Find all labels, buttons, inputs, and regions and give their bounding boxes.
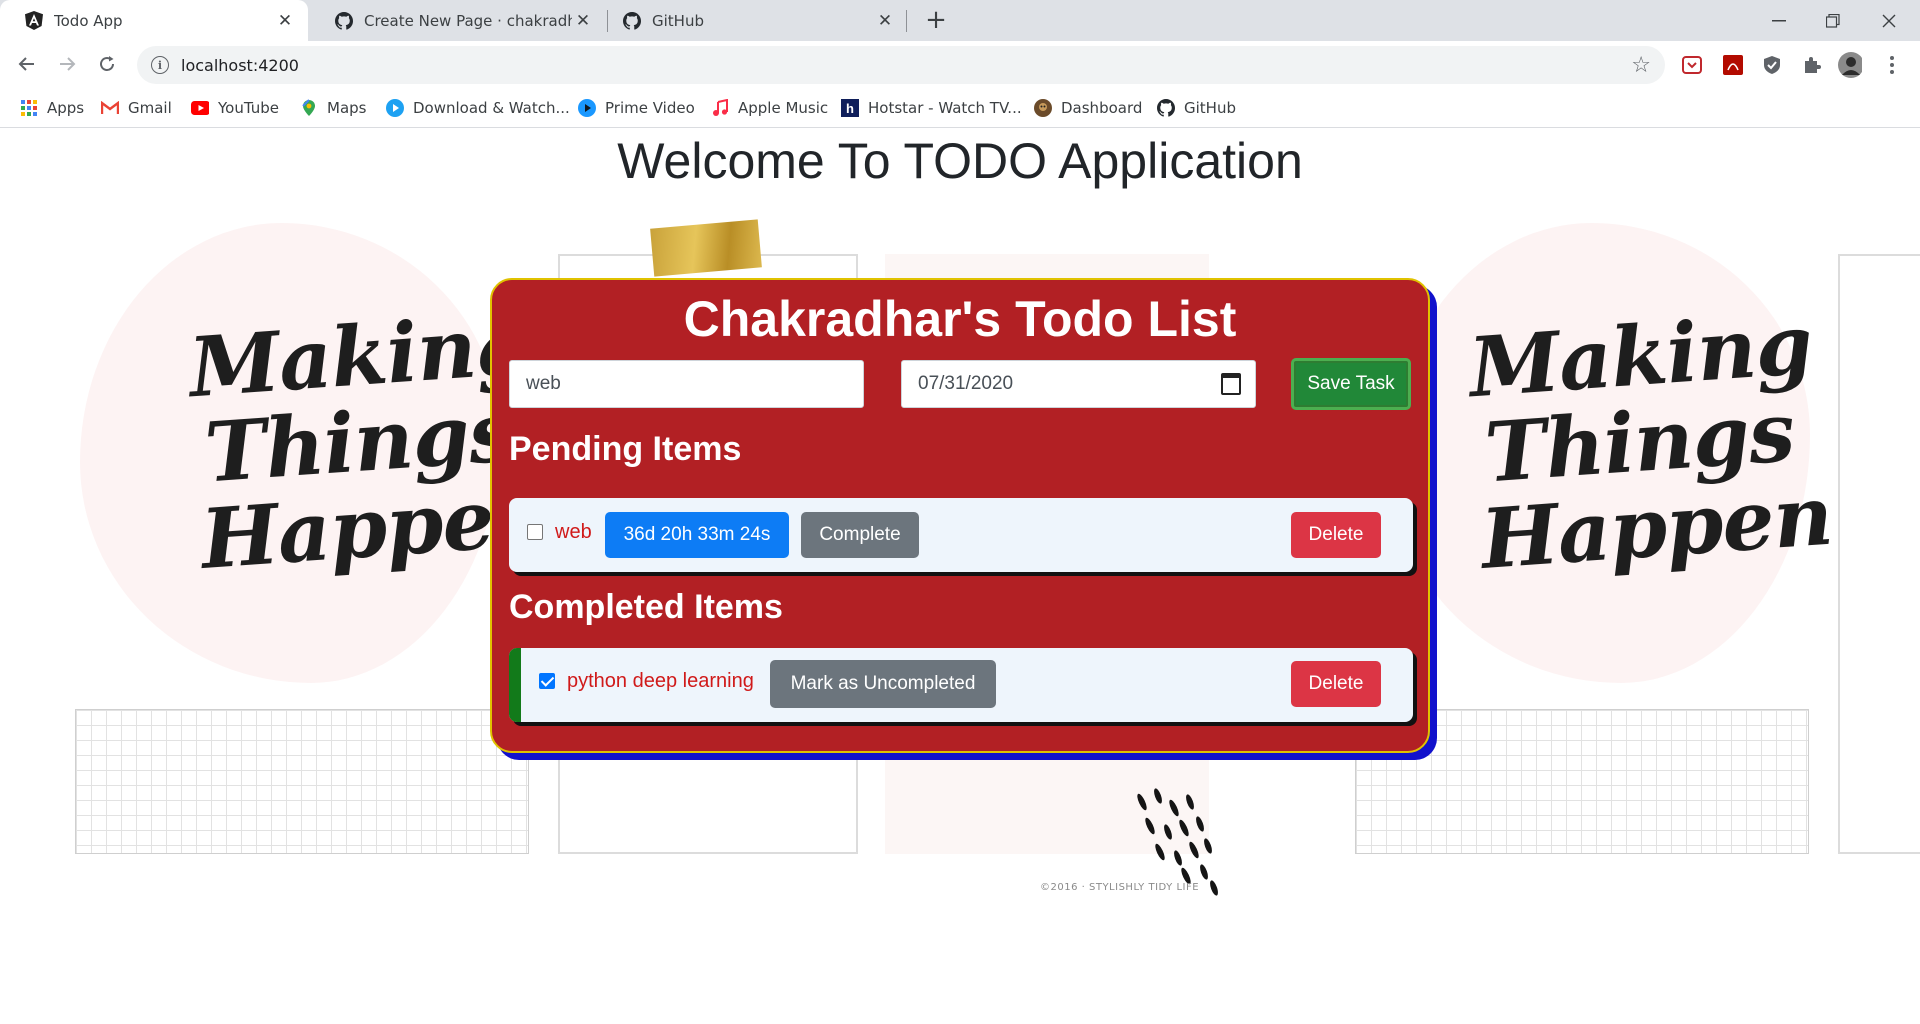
- bookmarks-bar: Apps Gmail YouTube Maps Download & Watch…: [0, 88, 1920, 128]
- hotstar-icon: h: [841, 99, 859, 117]
- bookmark-label: GitHub: [1184, 99, 1236, 117]
- task-name-input[interactable]: web: [509, 360, 864, 408]
- download-watch-icon: [386, 99, 404, 117]
- pending-item-text: web: [555, 521, 592, 543]
- task-name-value: web: [526, 373, 561, 394]
- bookmark-label: Maps: [327, 99, 367, 117]
- close-tab-icon[interactable]: ✕: [874, 11, 896, 31]
- bookmark-label: Download & Watch...: [413, 99, 570, 117]
- bookmark-prime-video[interactable]: Prime Video: [578, 88, 695, 128]
- mark-uncompleted-button[interactable]: Mark as Uncompleted: [770, 660, 996, 708]
- forward-button[interactable]: [52, 49, 82, 79]
- gmail-icon: [101, 99, 119, 117]
- pocket-extension-icon[interactable]: [1680, 53, 1704, 77]
- page-title: Welcome To TODO Application: [617, 133, 1303, 189]
- shield-extension-icon[interactable]: [1760, 53, 1784, 77]
- completed-item-checkbox[interactable]: [539, 673, 555, 689]
- delete-pending-button[interactable]: Delete: [1291, 512, 1381, 558]
- pending-item: web 36d 20h 33m 24s Complete Delete: [509, 498, 1413, 572]
- bookmark-label: Dashboard: [1061, 99, 1143, 117]
- calendar-icon[interactable]: [1221, 373, 1241, 395]
- maps-icon: [300, 99, 318, 117]
- bookmark-gmail[interactable]: Gmail: [101, 88, 172, 128]
- tab-strip: Todo App ✕ Create New Page · chakradharc…: [0, 0, 1920, 41]
- task-date-value: 07/31/2020: [918, 373, 1014, 394]
- bookmark-apps[interactable]: Apps: [20, 88, 84, 128]
- bookmark-hotstar[interactable]: h Hotstar - Watch TV...: [841, 88, 1022, 128]
- tab-title: Todo App: [54, 11, 123, 30]
- restore-button[interactable]: [1806, 0, 1860, 41]
- todo-list-title: Chakradhar's Todo List: [683, 291, 1237, 347]
- bookmark-star-icon[interactable]: ☆: [1631, 53, 1651, 78]
- bookmark-label: Gmail: [128, 99, 172, 117]
- background-footnote: ©2016 · STYLISHLY TIDY LIFE: [1040, 882, 1200, 893]
- svg-text:h: h: [846, 101, 854, 116]
- background-gold-tape: [650, 219, 762, 277]
- bookmark-github[interactable]: GitHub: [1157, 88, 1236, 128]
- chrome-menu-icon[interactable]: [1880, 53, 1904, 77]
- bookmark-apple-music[interactable]: Apple Music: [711, 88, 828, 128]
- completed-item-text: python deep learning: [567, 670, 754, 692]
- prime-video-icon: [578, 99, 596, 117]
- acrobat-extension-icon[interactable]: [1721, 53, 1745, 77]
- apps-grid-icon: [20, 99, 38, 117]
- background-grid-left: [75, 709, 529, 854]
- close-tab-icon[interactable]: ✕: [572, 11, 594, 31]
- github-icon: [1157, 99, 1175, 117]
- tab-title: Create New Page · chakradharchi: [364, 11, 572, 30]
- url-text[interactable]: localhost:4200: [181, 56, 1631, 75]
- completed-item: python deep learning Mark as Uncompleted…: [509, 648, 1413, 722]
- github-icon: [334, 11, 354, 31]
- bookmark-dashboard[interactable]: Dashboard: [1034, 88, 1142, 128]
- bookmark-label: YouTube: [218, 99, 279, 117]
- todo-card: Chakradhar's Todo List web 07/31/2020 Sa…: [490, 278, 1430, 753]
- profile-avatar[interactable]: [1838, 52, 1862, 78]
- tab-create-new-page[interactable]: Create New Page · chakradharchi ✕: [310, 0, 606, 41]
- delete-completed-button[interactable]: Delete: [1291, 661, 1381, 707]
- tab-separator: [906, 10, 907, 32]
- tab-title: GitHub: [652, 11, 704, 30]
- minimize-button[interactable]: [1752, 0, 1806, 41]
- reload-button[interactable]: [92, 49, 122, 79]
- tab-github[interactable]: GitHub ✕: [608, 0, 908, 41]
- pending-item-checkbox[interactable]: [527, 524, 543, 540]
- apple-music-icon: [711, 99, 729, 117]
- completed-stripe: [509, 648, 521, 722]
- browser-toolbar: i localhost:4200 ☆: [0, 41, 1920, 88]
- back-button[interactable]: [12, 49, 42, 79]
- page-viewport: Making Things Happen Making Things Happe…: [0, 128, 1920, 1024]
- tab-todo-app[interactable]: Todo App ✕: [0, 0, 308, 41]
- bookmark-label: Prime Video: [605, 99, 695, 117]
- completed-items-heading: Completed Items: [509, 588, 783, 626]
- address-bar[interactable]: i localhost:4200 ☆: [137, 46, 1665, 84]
- bookmark-youtube[interactable]: YouTube: [191, 88, 279, 128]
- complete-button[interactable]: Complete: [801, 512, 919, 558]
- close-window-button[interactable]: [1862, 0, 1916, 41]
- pending-items-heading: Pending Items: [509, 430, 742, 468]
- bookmark-label: Apple Music: [738, 99, 829, 117]
- site-info-icon[interactable]: i: [151, 56, 169, 74]
- bookmark-label: Hotstar - Watch TV...: [868, 99, 1022, 117]
- save-task-button[interactable]: Save Task: [1291, 358, 1411, 410]
- angular-icon: [24, 11, 44, 31]
- close-tab-icon[interactable]: ✕: [274, 11, 296, 31]
- bookmark-label: Apps: [47, 99, 85, 117]
- github-icon: [622, 11, 642, 31]
- dashboard-icon: [1034, 99, 1052, 117]
- bookmark-download-watch[interactable]: Download & Watch...: [386, 88, 570, 128]
- poster-text-right: Making Things Happen: [1466, 296, 1835, 588]
- background-frame-right: [1838, 254, 1920, 854]
- new-tab-button[interactable]: +: [922, 5, 950, 35]
- task-date-input[interactable]: 07/31/2020: [901, 360, 1256, 408]
- countdown-timer-badge: 36d 20h 33m 24s: [605, 512, 789, 558]
- extensions-puzzle-icon[interactable]: [1800, 53, 1824, 77]
- bookmark-maps[interactable]: Maps: [300, 88, 366, 128]
- youtube-icon: [191, 99, 209, 117]
